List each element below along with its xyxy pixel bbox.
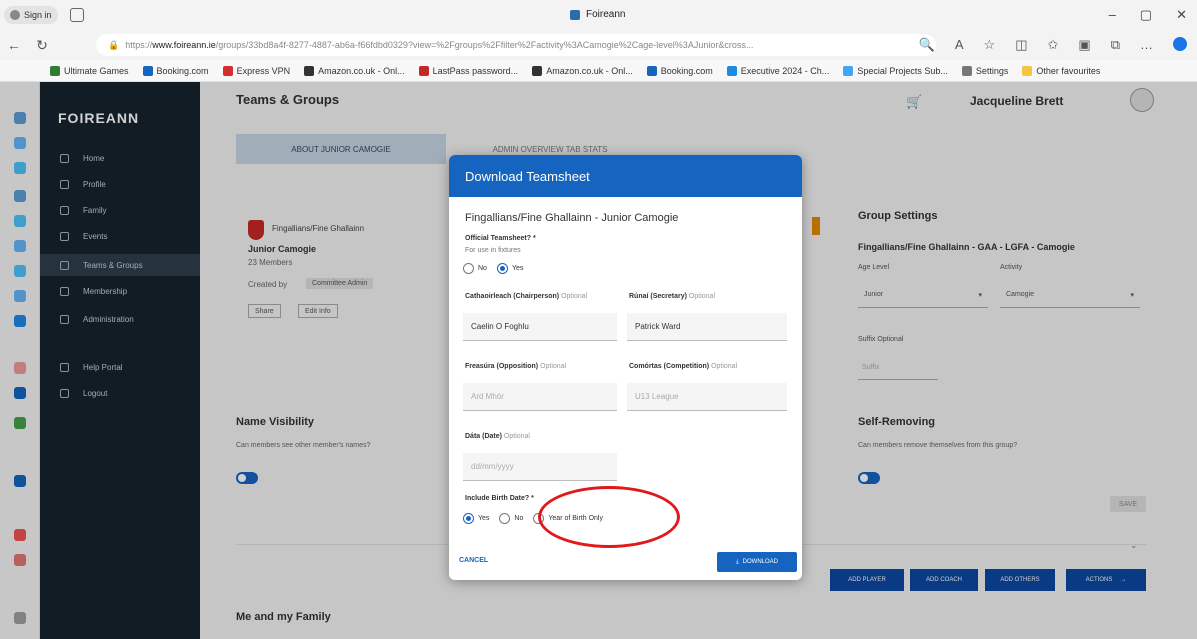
extensions-icon[interactable]: ⧉ xyxy=(1111,37,1120,53)
bookmark-icon xyxy=(726,65,737,76)
official-radio-group: No Yes xyxy=(463,263,523,274)
maximize-icon[interactable]: ▢ xyxy=(1140,7,1152,23)
bookmark-icon xyxy=(532,65,543,76)
annotation-circle xyxy=(538,486,680,548)
bookmark-item[interactable]: Special Projects Sub... xyxy=(843,65,948,76)
bookmark-icon xyxy=(50,65,60,76)
secretary-input[interactable]: Patrick Ward xyxy=(627,313,787,341)
bookmark-item[interactable]: Booking.com xyxy=(646,65,713,76)
minimize-icon[interactable]: – xyxy=(1109,7,1116,23)
chairperson-input[interactable]: Caelin O Foghlu xyxy=(463,313,617,341)
bookmark-item[interactable]: Settings xyxy=(961,65,1008,76)
birth-date-label: Include Birth Date? * xyxy=(465,495,534,502)
bookmark-icon xyxy=(142,65,153,76)
more-icon[interactable]: … xyxy=(1140,37,1153,53)
close-icon[interactable]: ✕ xyxy=(1176,7,1187,23)
official-no-radio[interactable] xyxy=(463,263,474,274)
bookmarks-bar: Ultimate Games Booking.com Express VPN A… xyxy=(0,60,1197,82)
favorites-icon[interactable]: ✩ xyxy=(1048,37,1059,53)
bookmark-icon xyxy=(418,65,429,76)
zoom-icon[interactable]: 🔍 xyxy=(919,37,935,53)
bookmark-icon xyxy=(843,65,854,76)
official-hint: For use in fixtures xyxy=(465,247,521,254)
bookmark-item[interactable]: Ultimate Games xyxy=(50,65,129,76)
browser-tab[interactable]: Foireann xyxy=(570,9,625,20)
bookmark-icon xyxy=(304,65,315,76)
birth-no-radio[interactable] xyxy=(499,513,511,524)
browser-titlebar: Sign in Foireann – ▢ ✕ xyxy=(0,0,1197,30)
profile-label: Sign in xyxy=(24,10,52,20)
back-icon[interactable]: ← xyxy=(0,37,28,53)
lock-icon: 🔒 xyxy=(108,39,120,50)
bookmark-item[interactable]: Amazon.co.uk - Onl... xyxy=(532,65,633,76)
favorite-star-icon[interactable]: ☆ xyxy=(984,37,996,53)
official-label: Official Teamsheet? * xyxy=(465,235,536,242)
profile-avatar-icon xyxy=(10,10,20,20)
read-aloud-icon[interactable]: A xyxy=(955,37,964,53)
chairperson-label: Cathaoirleach (Chairperson) Optional xyxy=(465,293,588,300)
birth-yes-radio[interactable] xyxy=(463,513,474,524)
secretary-label: Rúnaí (Secretary) Optional xyxy=(629,293,715,300)
download-icon: ⤓ xyxy=(736,558,739,565)
profile-button[interactable]: Sign in xyxy=(4,6,58,24)
bookmark-item[interactable]: Executive 2024 - Ch... xyxy=(726,65,829,76)
url-path: /groups/33bd8a4f-8277-4887-ab6a-f66fdbd0… xyxy=(215,40,754,50)
opposition-label: Freasúra (Opposition) Optional xyxy=(465,363,567,370)
settings-icon xyxy=(961,65,972,76)
official-yes-radio[interactable] xyxy=(496,263,508,274)
download-button[interactable]: ⤓ DOWNLOAD xyxy=(717,552,797,572)
address-bar-row: ← ↻ 🔒 https://www.foireann.ie/groups/33b… xyxy=(0,30,1197,60)
toolbar-icons: 🔍 A ☆ ◫ ✩ ▣ ⧉ … xyxy=(919,37,1187,53)
dialog-title: Download Teamsheet xyxy=(449,155,802,197)
date-input[interactable]: dd/mm/yyyy xyxy=(463,453,617,481)
competition-input[interactable]: U13 League xyxy=(627,383,787,411)
url-input[interactable]: 🔒 https://www.foireann.ie/groups/33bd8a4… xyxy=(96,34,936,56)
collections-icon[interactable]: ▣ xyxy=(1078,37,1090,53)
dialog-group-name: Fingallians/Fine Ghallainn - Junior Camo… xyxy=(465,212,679,224)
bookmark-icon xyxy=(646,65,657,76)
folder-icon xyxy=(1022,65,1033,76)
bookmark-item[interactable]: Amazon.co.uk - Onl... xyxy=(304,65,405,76)
url-domain: www.foireann.ie xyxy=(152,40,216,50)
bookmark-item[interactable]: Express VPN xyxy=(222,65,290,76)
date-label: Dáta (Date) Optional xyxy=(465,433,530,440)
window-controls: – ▢ ✕ xyxy=(1109,7,1187,23)
favicon-icon xyxy=(570,9,580,20)
bookmark-item[interactable]: LastPass password... xyxy=(418,65,518,76)
bookmark-icon xyxy=(222,65,233,76)
refresh-icon[interactable]: ↻ xyxy=(28,37,56,54)
bookmark-item[interactable]: Booking.com xyxy=(142,65,209,76)
bookmark-folder[interactable]: Other favourites xyxy=(1022,65,1100,76)
url-prefix: https:// xyxy=(125,40,153,50)
tab-actions-icon[interactable] xyxy=(69,8,84,22)
competition-label: Comórtas (Competition) Optional xyxy=(629,363,738,370)
split-screen-icon[interactable]: ◫ xyxy=(1015,37,1027,53)
tab-title: Foireann xyxy=(586,9,626,20)
opposition-input[interactable]: Ard Mhór xyxy=(463,383,617,411)
copilot-icon[interactable] xyxy=(1173,37,1187,51)
cancel-button[interactable]: CANCEL xyxy=(459,557,488,564)
